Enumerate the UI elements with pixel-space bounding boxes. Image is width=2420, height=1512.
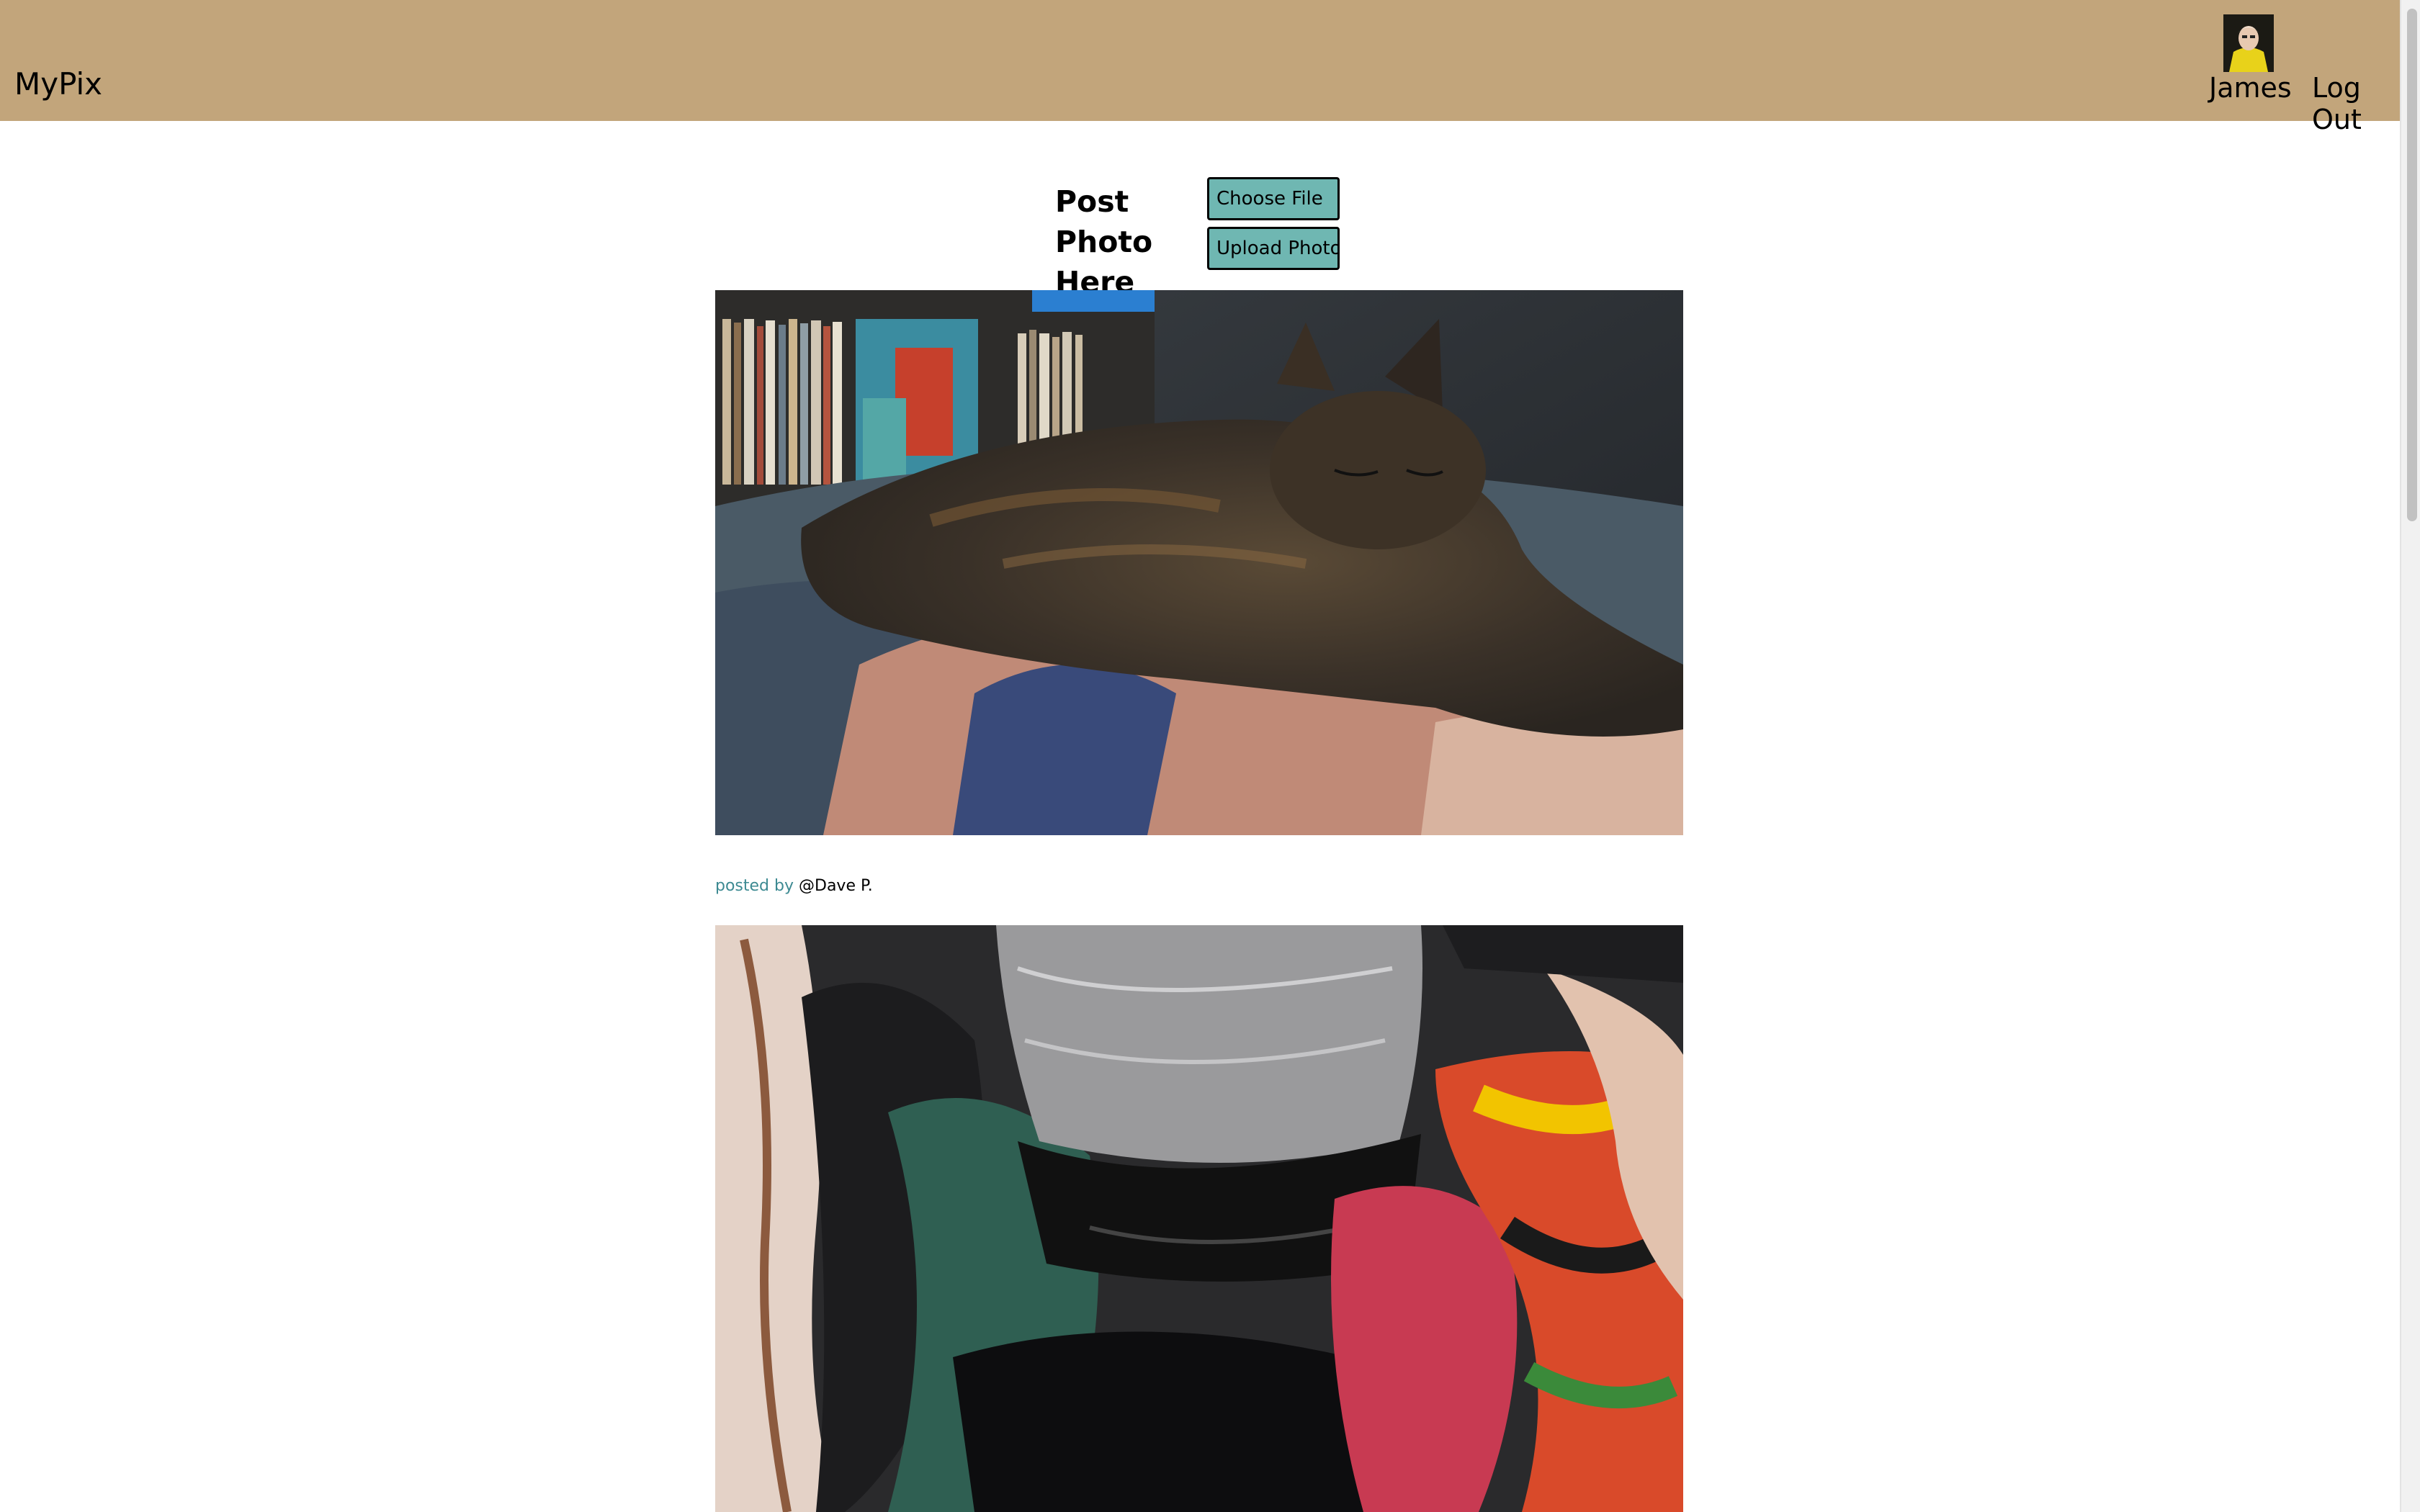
site-logo[interactable]: MyPix	[14, 66, 102, 102]
upload-photo-button[interactable]: Upload Photo	[1207, 227, 1340, 270]
scrollbar-thumb[interactable]	[2407, 9, 2417, 521]
post-author-link[interactable]: @Dave P.	[799, 877, 873, 895]
upload-form-title: Post Photo Here	[1055, 184, 1153, 300]
post-caption: posted by @Dave P.	[715, 877, 873, 895]
posted-by-label: posted by	[715, 877, 794, 895]
post-photo[interactable]	[715, 290, 1683, 835]
user-avatar[interactable]	[2223, 14, 2274, 72]
logout-link[interactable]: Log Out	[2312, 72, 2400, 135]
post-photo[interactable]	[715, 925, 1683, 1512]
username-link[interactable]: James	[2209, 72, 2292, 104]
page-scrollbar[interactable]	[2400, 0, 2420, 1512]
choose-file-button[interactable]: Choose File	[1207, 177, 1340, 220]
top-nav-bar: MyPix James Log Out	[0, 0, 2400, 135]
